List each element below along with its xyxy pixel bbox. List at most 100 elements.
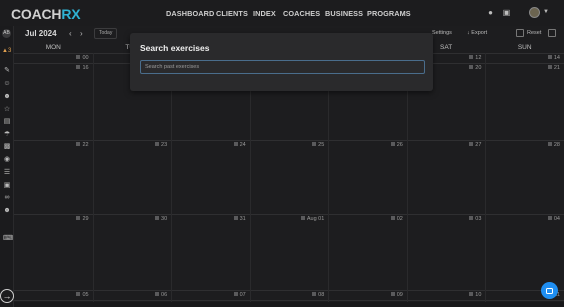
add-workout-icon[interactable] [233,216,238,220]
calendar-day-cell[interactable]: 28 [528,142,560,148]
message-icon[interactable]: ▩ [3,143,11,151]
add-workout-icon[interactable] [312,292,317,296]
export-dropdown[interactable]: ↓ Export [467,30,487,36]
calendar-day-cell[interactable]: 30 [135,216,167,222]
chevron-down-icon[interactable]: ▼ [543,9,549,15]
add-workout-icon[interactable] [76,292,81,296]
account-badge[interactable]: AB [2,29,11,38]
today-button[interactable]: Today [94,28,118,39]
nav-index[interactable]: INDEX [253,9,276,18]
add-workout-icon[interactable] [76,142,81,146]
user-avatar[interactable] [529,7,540,18]
nav-coaches[interactable]: COACHES [283,9,320,18]
nav-dashboard[interactable]: DASHBOARD [166,9,214,18]
chat-launcher-button[interactable] [541,282,558,299]
search-exercises-modal: Search exercises [130,33,433,91]
calendar-day-cell[interactable]: 03 [449,216,481,222]
nav-clients[interactable]: CLIENTS [216,9,248,18]
nav-programs[interactable]: PROGRAMS [367,9,411,18]
day-number: 04 [553,216,560,222]
day-number: 27 [475,142,482,148]
calendar-day-cell[interactable]: 05 [57,292,89,298]
calendar-day-cell[interactable]: 08 [292,292,324,298]
prev-month-icon[interactable]: ‹ [69,29,72,38]
add-workout-icon[interactable] [76,55,81,59]
add-workout-icon[interactable] [155,142,160,146]
settings-dropdown[interactable]: Settings [432,30,452,36]
day-number: 14 [553,55,560,61]
day-number: 21 [553,65,560,71]
add-workout-icon[interactable] [233,292,238,296]
reset-button[interactable]: Reset [527,30,541,36]
day-number: 07 [239,292,246,298]
calendar-day-cell[interactable]: 00 [57,55,89,61]
add-workout-icon[interactable] [76,65,81,69]
trophy-icon[interactable]: ☆ [3,106,11,114]
add-workout-icon[interactable] [155,292,160,296]
pencil-icon[interactable]: ✎ [3,67,11,75]
calendar-day-cell[interactable]: 09 [371,292,403,298]
add-workout-icon[interactable] [469,142,474,146]
box-icon[interactable]: ▣ [3,182,11,190]
add-workout-icon[interactable] [469,292,474,296]
people-icon[interactable]: ☻ [3,93,11,101]
chat-bubbles-icon[interactable]: ▣ [502,8,511,17]
add-workout-icon[interactable] [469,65,474,69]
search-exercises-input[interactable] [140,60,425,74]
calendar-view-icon[interactable] [516,29,524,37]
user-add-icon[interactable]: ☻ [3,207,11,215]
calendar-icon[interactable]: ▤ [3,118,11,126]
calendar-day-cell[interactable]: 31 [214,216,246,222]
calendar-day-cell[interactable]: 24 [214,142,246,148]
calendar-day-cell[interactable]: Aug 01 [292,216,324,222]
calendar-day-cell[interactable]: 10 [449,292,481,298]
calendar-day-cell[interactable]: 04 [528,216,560,222]
keyboard-icon[interactable]: ⌨ [3,235,13,243]
list-icon[interactable]: ☰ [3,169,11,177]
calendar-day-cell[interactable]: 06 [135,292,167,298]
coachrx-logo[interactable]: COACHRX [11,6,81,22]
calendar-day-cell[interactable]: 26 [371,142,403,148]
link-icon[interactable]: ∞ [3,194,11,202]
calendar-day-cell[interactable]: 07 [214,292,246,298]
add-workout-icon[interactable] [390,142,395,146]
next-month-icon[interactable]: › [80,29,83,38]
add-workout-icon[interactable] [390,292,395,296]
calendar-day-cell[interactable]: 27 [449,142,481,148]
add-workout-icon[interactable] [547,55,552,59]
calendar-day-cell[interactable]: 16 [57,65,89,71]
calendar-day-cell[interactable]: 23 [135,142,167,148]
day-number: 26 [396,142,403,148]
month-label: Jul 2024 [25,29,57,38]
add-workout-icon[interactable] [76,216,81,220]
calendar-day-cell[interactable]: 02 [371,216,403,222]
fullscreen-icon[interactable] [548,29,556,37]
umbrella-icon[interactable]: ☂ [3,131,11,139]
grid-row-divider [14,140,564,141]
calendar-day-cell[interactable]: 14 [528,55,560,61]
add-workout-icon[interactable] [233,142,238,146]
calendar-day-cell[interactable]: 12 [449,55,481,61]
bottom-scrollbar[interactable] [14,302,564,307]
calendar-day-cell[interactable]: 20 [449,65,481,71]
day-number: 00 [82,55,89,61]
calendar-day-cell[interactable]: 29 [57,216,89,222]
add-workout-icon[interactable] [469,55,474,59]
grid-col-divider [485,53,487,307]
nav-business[interactable]: BUSINESS [325,9,363,18]
alarm-icon[interactable]: ◉ [3,156,11,164]
add-workout-icon[interactable] [469,216,474,220]
users-icon[interactable]: ☺ [3,80,11,88]
add-workout-icon[interactable] [390,216,395,220]
bell-icon[interactable]: ● [486,8,495,17]
calendar-day-cell[interactable]: 22 [57,142,89,148]
add-workout-icon[interactable] [547,216,552,220]
calendar-day-cell[interactable]: 25 [292,142,324,148]
add-workout-icon[interactable] [312,142,317,146]
add-workout-icon[interactable] [547,142,552,146]
expand-arrow-icon[interactable]: → [0,289,14,303]
add-workout-icon[interactable] [547,65,552,69]
calendar-day-cell[interactable]: 21 [528,65,560,71]
add-workout-icon[interactable] [155,216,160,220]
add-workout-icon[interactable] [300,216,305,220]
